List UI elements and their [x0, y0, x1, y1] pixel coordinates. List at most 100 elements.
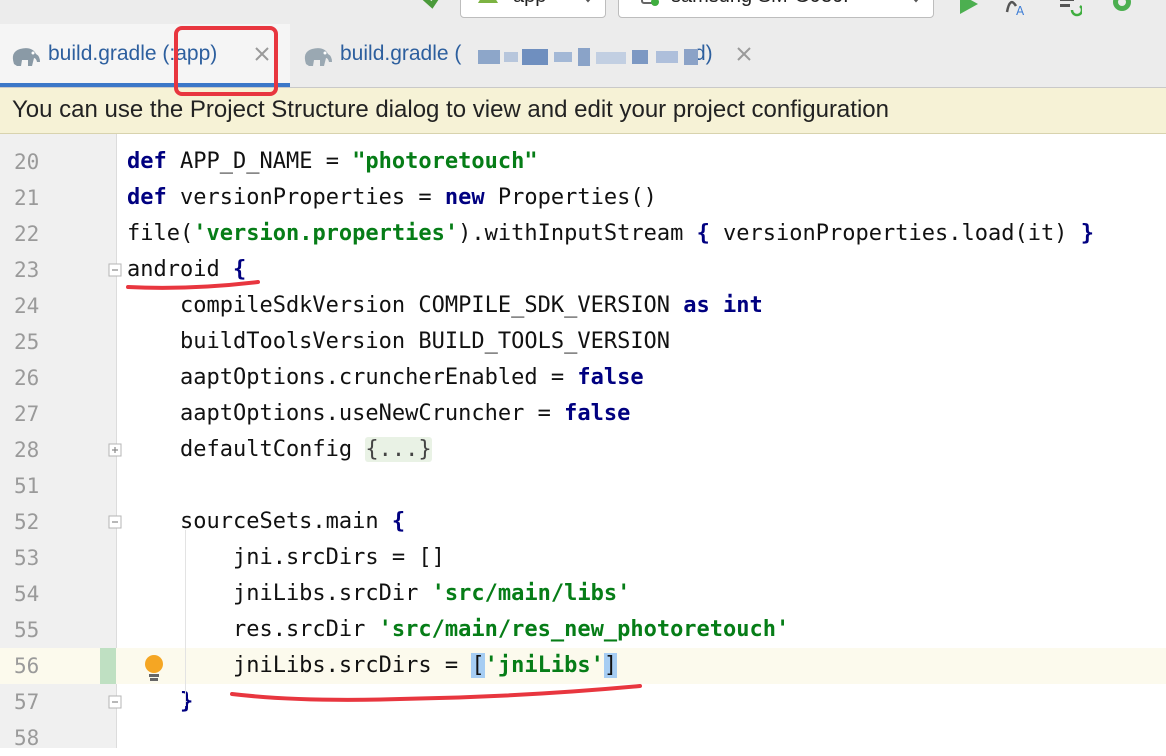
code-token: versionProperties = — [166, 185, 445, 210]
code-line[interactable]: 54 jniLibs.srcDir 'src/main/libs' — [0, 576, 1166, 612]
code-token: compileSdkVersion COMPILE_SDK_VERSION — [127, 293, 684, 318]
code-token: def — [127, 149, 167, 174]
code-line[interactable]: 25 buildToolsVersion BUILD_TOOLS_VERSION — [0, 324, 1166, 360]
code-token: res.srcDir — [127, 617, 379, 642]
code-token: def — [127, 185, 167, 210]
code-token: ] — [603, 653, 618, 678]
line-number: 28 — [14, 438, 40, 462]
line-number: 51 — [14, 474, 40, 498]
code-token: 'src/main/libs' — [431, 581, 631, 606]
main-toolbar: app samsung SM-G930F A — [0, 0, 1166, 24]
code-line[interactable]: 23 android { — [0, 252, 1166, 288]
code-line[interactable]: 24 compileSdkVersion COMPILE_SDK_VERSION… — [0, 288, 1166, 324]
code-token: Properties() — [484, 185, 657, 210]
code-token: aaptOptions.useNewCruncher = — [127, 401, 565, 426]
line-number: 54 — [14, 582, 40, 606]
code-token: 'jniLibs' — [484, 653, 604, 678]
code-line[interactable]: 52 sourceSets.main { — [0, 504, 1166, 540]
code-token: sourceSets.main — [127, 509, 392, 534]
indent-guide — [185, 530, 186, 706]
code-line[interactable]: 58 — [0, 720, 1166, 756]
code-line[interactable]: 55 res.srcDir 'src/main/res_new_photoret… — [0, 612, 1166, 648]
run-icon[interactable] — [956, 0, 980, 18]
code-line[interactable]: 28 defaultConfig {...} — [0, 432, 1166, 468]
tab-title-prefix: build.gradle ( — [340, 42, 462, 65]
code-token: jni.srcDirs = [] — [127, 545, 445, 570]
redacted-blur — [470, 46, 716, 70]
line-number: 55 — [14, 618, 40, 642]
chevron-down-icon — [913, 0, 919, 3]
code-text: aaptOptions.cruncherEnabled = false — [127, 360, 644, 396]
code-token: false — [564, 401, 631, 426]
code-text: res.srcDir 'src/main/res_new_photoretouc… — [127, 612, 789, 648]
svg-text:A: A — [1016, 4, 1025, 18]
line-number: 26 — [14, 366, 40, 390]
code-line[interactable]: 57 } — [0, 684, 1166, 720]
code-text: jni.srcDirs = [] — [127, 540, 445, 576]
fold-collapse-icon[interactable] — [108, 515, 122, 529]
line-number: 21 — [14, 186, 40, 210]
device-select[interactable]: samsung SM-G930F — [618, 0, 934, 18]
fold-expand-icon[interactable] — [108, 443, 122, 457]
line-number: 20 — [14, 150, 40, 174]
code-editor[interactable]: 20 def APP_D_NAME = "photoretouch" 21 def v… — [0, 134, 1166, 750]
code-token: APP_D_NAME = — [166, 149, 353, 174]
code-token: { — [232, 257, 247, 282]
code-text: sourceSets.main { — [127, 504, 405, 540]
code-text: file('version.properties').withInputStre… — [127, 216, 1094, 252]
line-number: 58 — [14, 726, 40, 750]
device-icon — [641, 0, 659, 6]
green-arrow-icon[interactable] — [418, 0, 440, 16]
line-number: 52 — [14, 510, 40, 534]
code-token: } — [1080, 221, 1094, 246]
code-text: jniLibs.srcDir 'src/main/libs' — [127, 576, 630, 612]
code-line[interactable]: 51 — [0, 468, 1166, 504]
code-text: jniLibs.srcDirs = ['jniLibs'] — [127, 648, 618, 684]
notification-text: You can use the Project Structure dialog… — [12, 96, 889, 123]
device-label: samsung SM-G930F — [671, 0, 856, 8]
line-number: 53 — [14, 546, 40, 570]
project-structure-notification[interactable]: You can use the Project Structure dialog… — [0, 88, 1166, 134]
code-text: compileSdkVersion COMPILE_SDK_VERSION as… — [127, 288, 763, 324]
line-number: 24 — [14, 294, 40, 318]
code-line[interactable]: 53 jni.srcDirs = [] — [0, 540, 1166, 576]
code-line[interactable]: 26 aaptOptions.cruncherEnabled = false — [0, 360, 1166, 396]
code-token: versionProperties.load(it) — [709, 221, 1081, 246]
code-token: { — [391, 509, 406, 534]
code-line[interactable]: 20 def APP_D_NAME = "photoretouch" — [0, 144, 1166, 180]
run-config-select[interactable]: app — [460, 0, 606, 18]
line-number: 23 — [14, 258, 40, 282]
code-token: [ — [471, 653, 485, 678]
gear-icon[interactable] — [1110, 0, 1134, 18]
fold-collapse-icon[interactable] — [108, 695, 122, 709]
debug-icon[interactable]: A — [1004, 0, 1028, 18]
chevron-down-icon — [585, 0, 591, 3]
code-text: aaptOptions.useNewCruncher = false — [127, 396, 630, 432]
code-token: } — [179, 689, 194, 714]
run-config-label: app — [513, 0, 546, 8]
code-token: jniLibs.srcDir — [127, 581, 432, 606]
code-token: int — [723, 293, 763, 318]
code-text: def versionProperties = new Properties() — [127, 180, 657, 216]
folded-region[interactable]: {...} — [365, 437, 432, 462]
line-number: 25 — [14, 330, 40, 354]
code-line[interactable]: 22 file('version.properties').withInputSt… — [0, 216, 1166, 252]
code-text: def APP_D_NAME = "photoretouch" — [127, 144, 538, 180]
code-line[interactable]: 56 jniLibs.srcDirs = ['jniLibs'] — [0, 648, 1166, 684]
android-icon — [478, 0, 498, 3]
vcs-change-marker[interactable] — [100, 648, 116, 684]
code-token: buildToolsVersion BUILD_TOOLS_VERSION — [127, 329, 671, 354]
code-line[interactable]: 27 aaptOptions.useNewCruncher = false — [0, 396, 1166, 432]
code-token: jniLibs.srcDirs = — [127, 653, 472, 678]
code-token: { — [696, 221, 710, 246]
gradle-elephant-icon — [12, 48, 40, 66]
code-text: buildToolsVersion BUILD_TOOLS_VERSION — [127, 324, 670, 360]
code-text: defaultConfig {...} — [127, 432, 432, 468]
apply-changes-icon[interactable] — [1058, 0, 1082, 18]
code-token: new — [444, 185, 485, 210]
code-line[interactable]: 21 def versionProperties = new Properties… — [0, 180, 1166, 216]
close-icon[interactable] — [734, 44, 754, 64]
fold-collapse-icon[interactable] — [108, 263, 122, 277]
gradle-elephant-icon — [304, 48, 332, 66]
